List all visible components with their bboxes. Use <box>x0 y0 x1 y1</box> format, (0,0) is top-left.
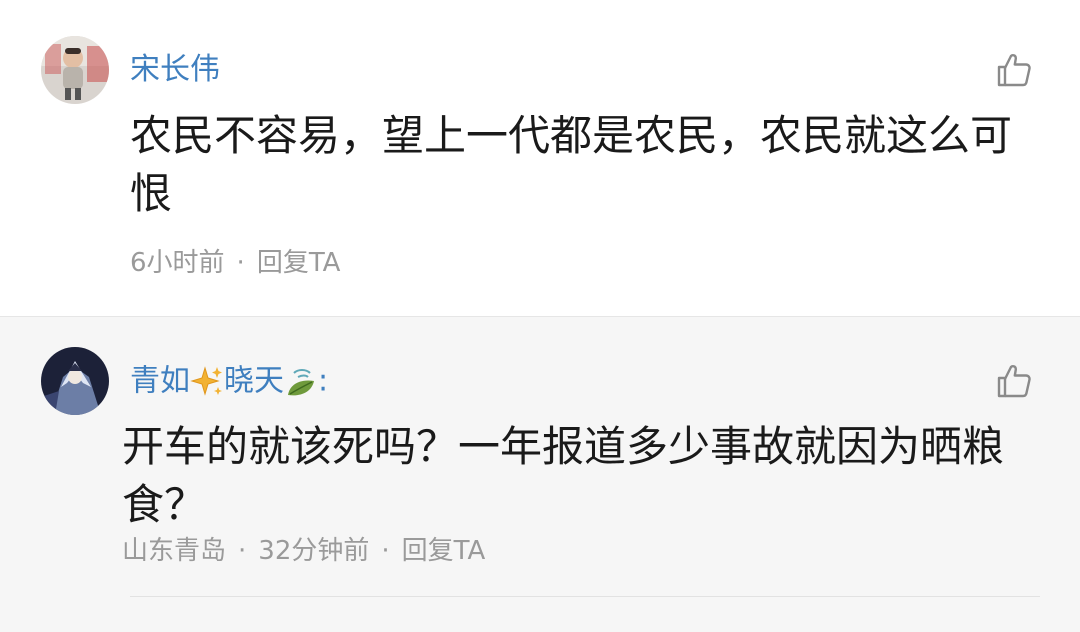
leaf-tea-emoji-icon <box>288 368 314 395</box>
separator: · <box>238 536 247 566</box>
avatar[interactable] <box>41 36 109 104</box>
like-button[interactable] <box>996 363 1032 399</box>
username-text[interactable]: 宋长伟 <box>130 52 220 87</box>
reply-button[interactable]: 回复TA <box>257 246 341 280</box>
thumbs-up-icon <box>997 365 1031 398</box>
comment-item: 青如 晓天 : 开车的就该死吗？一年报道多少事故就因为晒粮食？ 山东青岛 · 32分… <box>0 316 1080 632</box>
username[interactable]: 宋长伟 <box>130 50 220 90</box>
avatar[interactable] <box>41 347 109 415</box>
comment-meta: 6小时前 · 回复TA <box>130 246 340 280</box>
sparkles-emoji-icon <box>190 365 222 396</box>
comment-time: 32分钟前 <box>258 536 370 566</box>
thumbs-up-icon <box>997 54 1031 87</box>
username-part[interactable]: 青如 <box>130 364 190 399</box>
divider <box>130 596 1040 597</box>
reply-button[interactable]: 回复TA <box>402 534 486 568</box>
separator: · <box>381 536 390 566</box>
separator: · <box>236 248 245 278</box>
comment-text: 开车的就该死吗？一年报道多少事故就因为晒粮食？ <box>122 422 1005 529</box>
comment-location: 山东青岛 <box>122 536 227 566</box>
username[interactable]: 青如 晓天 : <box>130 361 328 402</box>
comment-meta: 山东青岛 · 32分钟前 · 回复TA <box>122 534 485 568</box>
comment-item: 宋长伟 农民不容易，望上一代都是农民，农民就这么可恨 6小时前 · 回复TA <box>0 0 1080 316</box>
like-button[interactable] <box>996 52 1032 88</box>
username-suffix: : <box>318 363 329 399</box>
comment-text: 农民不容易，望上一代都是农民，农民就这么可恨 <box>130 111 1013 218</box>
comment-time: 6小时前 <box>130 248 225 278</box>
username-part[interactable]: 晓天 <box>224 364 284 399</box>
